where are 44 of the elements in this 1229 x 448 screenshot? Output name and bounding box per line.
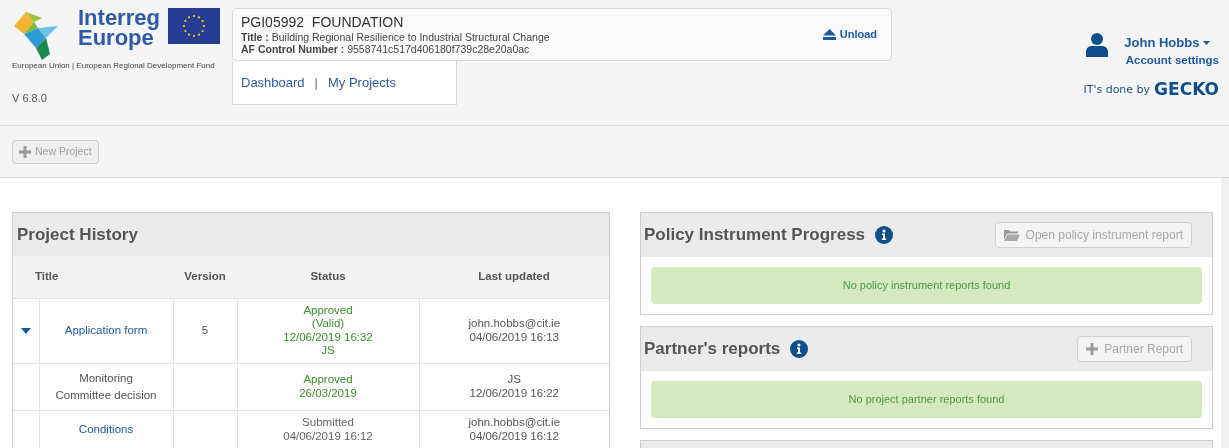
panel-title: Project History — [17, 223, 138, 246]
account-settings-link[interactable]: Account settings — [1125, 52, 1219, 67]
column-header[interactable]: Title — [35, 270, 59, 283]
eject-icon — [822, 29, 836, 40]
plus-icon — [19, 145, 31, 158]
status-cell: Submitted 04/06/2019 16:12 — [283, 416, 373, 443]
column-header[interactable]: Version — [184, 270, 226, 283]
row-title-link[interactable]: Conditions — [78, 422, 134, 435]
folder-icon — [1003, 229, 1020, 241]
empty-message: No policy instrument reports found — [651, 267, 1202, 304]
unload-button[interactable]: Unload — [822, 26, 877, 43]
nav-link[interactable]: My Projects — [328, 72, 396, 93]
updated-cell: JS 12/06/2019 16:22 — [469, 373, 559, 401]
eu-flag-icon — [167, 8, 220, 44]
panel-title: Partner's reports — [644, 338, 781, 361]
row-title-link[interactable]: Application form — [64, 323, 148, 336]
panel-title: Policy Instrument Progress — [644, 224, 866, 247]
project-title: Title : Building Regional Resilience to Industrial Structural Change — [241, 31, 551, 43]
updated-cell: john.hobbs@cit.ie 04/06/2019 16:13 — [468, 317, 561, 344]
info-icon[interactable] — [875, 226, 894, 244]
gecko-logo: GECKO — [1154, 78, 1219, 99]
version-label: V 6.8.0 — [12, 91, 48, 106]
expand-caret-icon[interactable] — [20, 327, 31, 334]
scrollbar[interactable] — [1221, 178, 1229, 448]
column-header[interactable]: Status — [310, 270, 346, 283]
status-cell: Approved (Valid) 12/06/2019 16:32 JS — [283, 303, 373, 358]
column-header[interactable]: Last updated — [478, 270, 550, 283]
nav-separator: | — [314, 73, 318, 92]
plus-icon — [1086, 343, 1099, 355]
nav-link[interactable]: Dashboard — [241, 72, 305, 93]
project-name: PGI05992 FOUNDATION — [241, 14, 405, 31]
empty-message: No project partner reports found — [651, 381, 1202, 418]
logo-wordmark: Interreg — [78, 8, 160, 28]
user-menu[interactable]: John Hobbs — [1124, 33, 1211, 53]
updated-cell: john.hobbs@cit.ie 04/06/2019 16:12 — [468, 416, 561, 443]
control-number: AF Control Number : 9558741c517d406180f739c28e20a0ac — [241, 43, 531, 55]
status-cell: Approved 26/03/2019 — [299, 373, 357, 401]
logo-tagline: European Union | European Regional Development Fund — [12, 60, 215, 72]
version-cell: 5 — [201, 323, 209, 336]
user-icon — [1085, 33, 1108, 57]
info-icon[interactable] — [790, 340, 809, 358]
row-title: Monitoring Committee decision — [55, 371, 157, 401]
credit-text: IT's done by — [1083, 82, 1151, 98]
caret-icon — [1203, 40, 1211, 45]
